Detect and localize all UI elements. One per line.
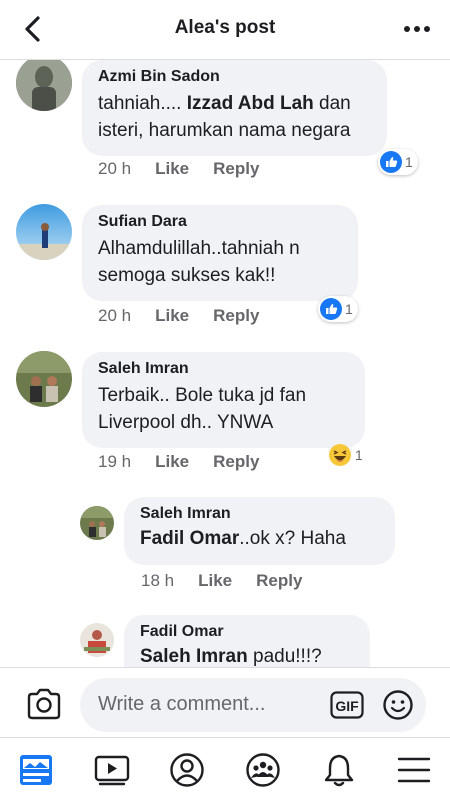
reaction-badge[interactable]: 1 — [326, 442, 368, 468]
comment-time: 20 h — [98, 306, 132, 325]
comment-actions: 20 h Like Reply — [98, 306, 283, 326]
like-button[interactable]: Like — [155, 159, 189, 178]
like-button[interactable]: Like — [155, 306, 189, 325]
comment-author[interactable]: Azmi Bin Sadon — [98, 68, 371, 86]
comment-bubble[interactable]: Sufian Dara Alhamdulillah..tahniah n sem… — [82, 205, 358, 301]
reaction-count: 1 — [355, 447, 363, 463]
comment-author[interactable]: Sufian Dara — [98, 213, 342, 231]
groups-icon[interactable] — [245, 752, 281, 788]
reply-button[interactable]: Reply — [213, 306, 259, 325]
gif-label: GIF — [335, 698, 359, 714]
comment-text: Fadil Omar..ok x? Haha — [140, 528, 346, 549]
comment-author[interactable]: Saleh Imran — [98, 360, 349, 378]
news-feed-icon[interactable] — [18, 752, 54, 788]
comment-input[interactable]: Write a comment... GIF — [80, 678, 426, 732]
reaction-badge[interactable]: 1 — [318, 296, 358, 322]
more-dots-icon[interactable] — [402, 18, 432, 40]
like-reaction-icon — [320, 298, 342, 320]
watch-icon[interactable] — [94, 752, 130, 788]
comment-bubble[interactable]: Azmi Bin Sadon tahniah.... Izzad Abd Lah… — [82, 60, 387, 156]
reply-bubble[interactable]: Saleh Imran Fadil Omar..ok x? Haha — [124, 497, 395, 565]
avatar[interactable] — [16, 351, 72, 407]
comment-text: tahniah.... Izzad Abd Lah dan isteri, ha… — [98, 93, 351, 141]
reaction-count: 1 — [345, 301, 353, 317]
comment-actions: 19 h Like Reply — [98, 452, 283, 472]
avatar[interactable] — [16, 204, 72, 260]
mention-link[interactable]: Fadil Omar — [140, 528, 239, 549]
mention-link[interactable]: Saleh Imran — [140, 646, 248, 667]
comment-actions: 20 h Like Reply — [98, 159, 283, 179]
comment-placeholder: Write a comment... — [98, 693, 266, 715]
gif-icon[interactable]: GIF — [330, 691, 364, 719]
haha-reaction-icon — [329, 444, 351, 466]
comment-time: 19 h — [98, 452, 132, 471]
avatar[interactable] — [80, 506, 114, 540]
comment-text: Alhamdulillah..tahniah n semoga sukses k… — [98, 238, 300, 286]
reply-bubble[interactable]: Fadil Omar Saleh Imran padu!!!? — [124, 615, 370, 667]
comment-author[interactable]: Saleh Imran — [140, 505, 379, 523]
reply-button[interactable]: Reply — [213, 452, 259, 471]
avatar[interactable] — [80, 623, 114, 657]
profile-icon[interactable] — [169, 752, 205, 788]
like-button[interactable]: Like — [198, 571, 232, 590]
comment-text: Saleh Imran padu!!!? — [140, 646, 322, 667]
camera-icon[interactable] — [26, 688, 62, 720]
reply-button[interactable]: Reply — [256, 571, 302, 590]
mention-link[interactable]: Izzad Abd Lah — [187, 93, 314, 114]
comment-text: Terbaik.. Bole tuka jd fan Liverpool dh.… — [98, 385, 307, 433]
comment-actions: 18 h Like Reply — [141, 571, 326, 591]
menu-icon[interactable] — [396, 752, 432, 788]
comments-list[interactable]: Azmi Bin Sadon tahniah.... Izzad Abd Lah… — [0, 60, 450, 667]
reaction-badge[interactable]: 1 — [378, 149, 418, 175]
comment-author[interactable]: Fadil Omar — [140, 623, 354, 641]
emoji-icon[interactable] — [382, 689, 414, 721]
post-header: Alea's post — [0, 0, 450, 60]
avatar[interactable] — [16, 60, 72, 111]
like-button[interactable]: Like — [155, 452, 189, 471]
reply-button[interactable]: Reply — [213, 159, 259, 178]
like-reaction-icon — [380, 151, 402, 173]
comment-time: 20 h — [98, 159, 132, 178]
bell-icon[interactable] — [321, 752, 357, 788]
comment-time: 18 h — [141, 571, 175, 590]
reaction-count: 1 — [405, 154, 413, 170]
bottom-tab-bar — [0, 737, 450, 800]
page-title: Alea's post — [174, 17, 276, 38]
comment-composer: Write a comment... GIF — [0, 667, 450, 737]
comment-bubble[interactable]: Saleh Imran Terbaik.. Bole tuka jd fan L… — [82, 352, 365, 448]
